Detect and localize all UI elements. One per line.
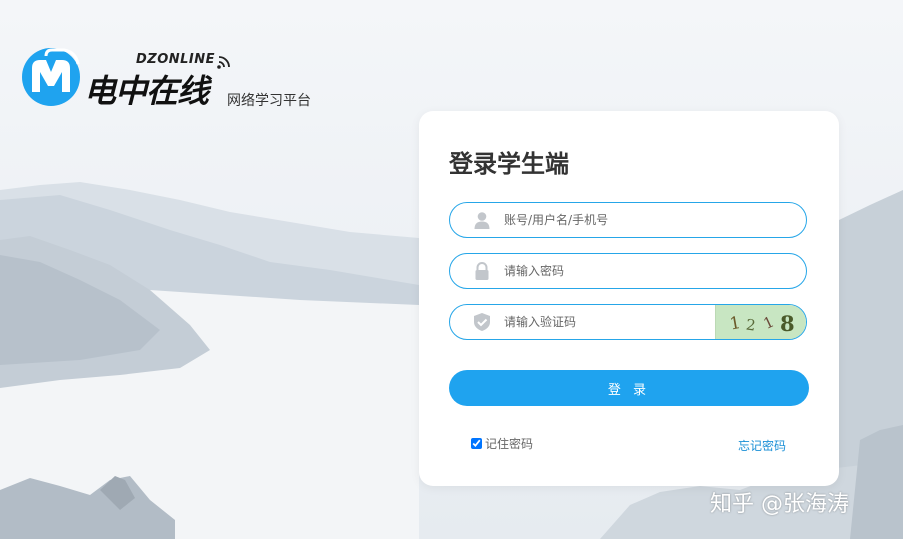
forgot-password-link[interactable]: 忘记密码 [738, 437, 786, 454]
brand-chinese: 电中在线 [84, 72, 209, 110]
captcha-field[interactable]: 1 2 1 8 [449, 304, 807, 340]
password-input[interactable] [504, 254, 744, 288]
login-card: 登录学生端 1 2 1 8 登 录 记住 [419, 111, 839, 486]
svg-text:8: 8 [780, 311, 795, 336]
remember-checkbox[interactable] [471, 438, 482, 449]
captcha-image[interactable]: 1 2 1 8 [715, 305, 806, 339]
username-field[interactable] [449, 202, 807, 238]
lock-icon [475, 262, 489, 280]
captcha-input[interactable] [504, 305, 744, 339]
remember-label: 记住密码 [485, 437, 534, 451]
login-title: 登录学生端 [449, 150, 569, 178]
svg-text:2: 2 [745, 316, 757, 335]
logo-mark-icon [22, 48, 80, 106]
watermark-text: 知乎 @张海涛 [710, 492, 849, 517]
password-field[interactable] [449, 253, 807, 289]
remember-password[interactable]: 记住密码 [471, 435, 533, 452]
shield-check-icon [474, 313, 490, 331]
svg-text:1: 1 [728, 313, 742, 335]
svg-text:1: 1 [761, 312, 777, 332]
brand-subtitle: 网络学习平台 [227, 93, 311, 109]
site-logo[interactable]: DZONLINE 电中在线 网络学习平台 [20, 46, 340, 116]
user-icon [474, 212, 490, 229]
captcha-code-graphic: 1 2 1 8 [728, 311, 795, 336]
login-button[interactable]: 登 录 [449, 370, 809, 406]
username-input[interactable] [504, 203, 744, 237]
brand-english: DZONLINE [136, 52, 216, 67]
signal-icon [217, 56, 230, 69]
